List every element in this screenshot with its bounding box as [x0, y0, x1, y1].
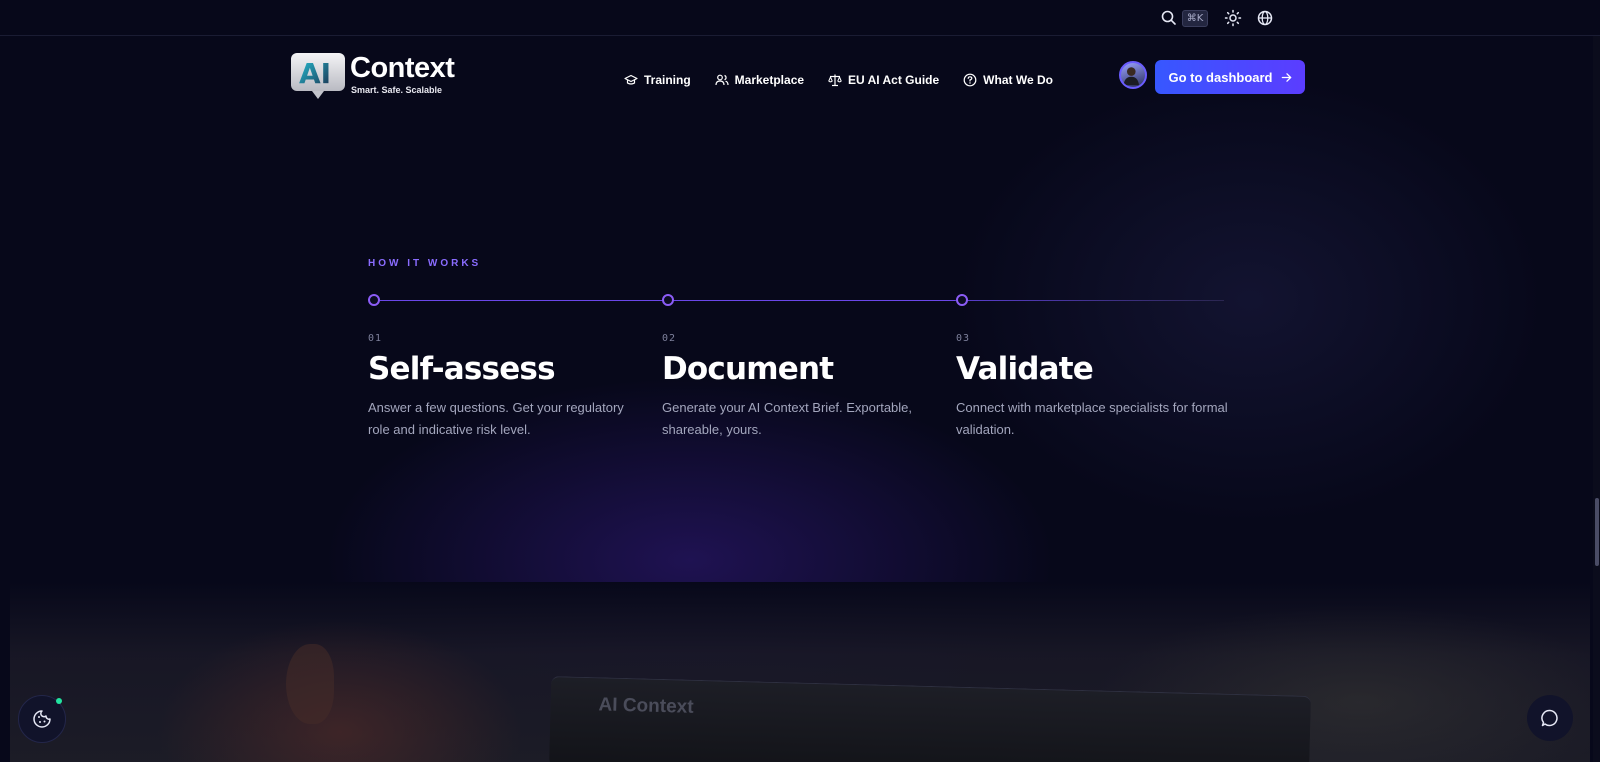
go-to-dashboard-button[interactable]: Go to dashboard [1155, 60, 1305, 94]
brand-tagline: Smart. Safe. Scalable [351, 85, 443, 95]
page-scrollbar-track[interactable] [1593, 36, 1600, 762]
users-icon [715, 74, 729, 86]
nav-label: Marketplace [734, 73, 805, 87]
main-nav: Training Marketplace EU AI Act Guide Wha… [624, 68, 1053, 92]
step-self-assess: 01 Self-assess Answer a few questions. G… [368, 333, 643, 440]
logo-badge-icon: AI [291, 53, 345, 99]
nav-item-what-we-do[interactable]: What We Do [963, 68, 1053, 92]
search-icon[interactable] [1160, 9, 1178, 27]
step-validate: 03 Validate Connect with marketplace spe… [956, 333, 1231, 440]
chat-button[interactable] [1527, 695, 1573, 741]
step-description: Answer a few questions. Get your regulat… [368, 400, 624, 437]
arrow-right-icon [1281, 72, 1291, 82]
scale-icon [828, 74, 842, 87]
timeline-line-fade [955, 300, 1224, 301]
nav-item-marketplace[interactable]: Marketplace [715, 68, 804, 92]
nav-label: Training [644, 73, 691, 87]
timeline-dot-2 [662, 294, 674, 306]
page-scrollbar-thumb[interactable] [1595, 498, 1599, 566]
chat-bubble-icon [1541, 709, 1558, 727]
step-title: Self-assess [368, 351, 556, 387]
nav-item-eu-ai-act-guide[interactable]: EU AI Act Guide [828, 68, 939, 92]
cookie-icon [33, 710, 51, 728]
steps-timeline [368, 293, 1224, 307]
brand-logo[interactable]: AI Context Smart. Safe. Scalable [290, 52, 460, 102]
utility-bar: ⌘K [0, 0, 1600, 36]
step-description: Generate your AI Context Brief. Exportab… [662, 400, 913, 437]
user-avatar[interactable] [1119, 61, 1147, 89]
laptop-brand-text: AI Context [598, 694, 694, 718]
timeline-dot-1 [368, 294, 380, 306]
brand-title: Context [350, 52, 455, 84]
nav-label: EU AI Act Guide [848, 73, 940, 87]
svg-text:AI: AI [299, 57, 331, 90]
status-dot [56, 698, 62, 704]
timeline-dot-3 [956, 294, 968, 306]
step-title: Validate [956, 351, 1094, 387]
site-header: AI Context Smart. Safe. Scalable Trainin… [0, 36, 1600, 118]
step-number: 03 [956, 333, 971, 344]
photo-person [286, 644, 334, 724]
dashboard-button-label: Go to dashboard [1168, 69, 1273, 85]
step-title: Document [662, 351, 834, 387]
step-description: Connect with marketplace specialists for… [956, 400, 1228, 437]
nav-item-training[interactable]: Training [624, 68, 691, 92]
avatar-image-icon [1123, 67, 1139, 86]
help-circle-icon [963, 73, 977, 87]
step-number: 02 [662, 333, 677, 344]
nav-label: What We Do [983, 73, 1053, 87]
step-document: 02 Document Generate your AI Context Bri… [662, 333, 937, 440]
search-shortcut-badge: ⌘K [1182, 10, 1208, 27]
graduation-cap-icon [624, 74, 638, 85]
sun-icon[interactable] [1224, 9, 1242, 27]
step-number: 01 [368, 333, 383, 344]
how-it-works-label: HOW IT WORKS [368, 258, 482, 269]
globe-icon[interactable] [1256, 9, 1274, 27]
